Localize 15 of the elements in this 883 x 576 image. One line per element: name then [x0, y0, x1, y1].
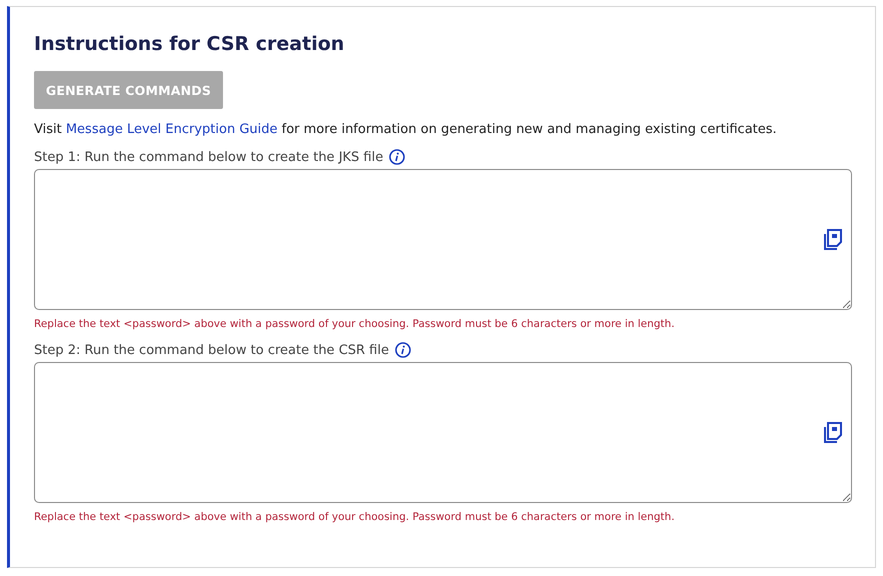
password-hint: Replace the text <password> above with a password of your choosing. Password must be 6 characters or more in length.: [34, 318, 676, 330]
command-field[interactable]: [34, 362, 852, 503]
card-title: Instructions for CSR creation: [34, 33, 346, 55]
step-label: Step 1: Run the command below to create the JKS file: [34, 150, 384, 164]
password-hint: Replace the text <password> above with a password of your choosing. Password must be 6 characters or more in length.: [34, 511, 676, 523]
copy-button[interactable]: [822, 422, 844, 446]
copy-icon: [823, 422, 843, 444]
copy-icon: [823, 229, 843, 251]
step-label: Step 2: Run the command below to create the CSR file: [34, 342, 389, 358]
info-icon[interactable]: [389, 149, 406, 165]
info-icon[interactable]: [394, 342, 411, 358]
copy-button[interactable]: [822, 229, 844, 253]
command-field[interactable]: [34, 169, 852, 310]
intro-text: Visit Message Level Encryption Guide for more information on generating new and managing existing certificates.: [34, 122, 778, 137]
guide-link[interactable]: Message Level Encryption Guide: [66, 122, 278, 137]
